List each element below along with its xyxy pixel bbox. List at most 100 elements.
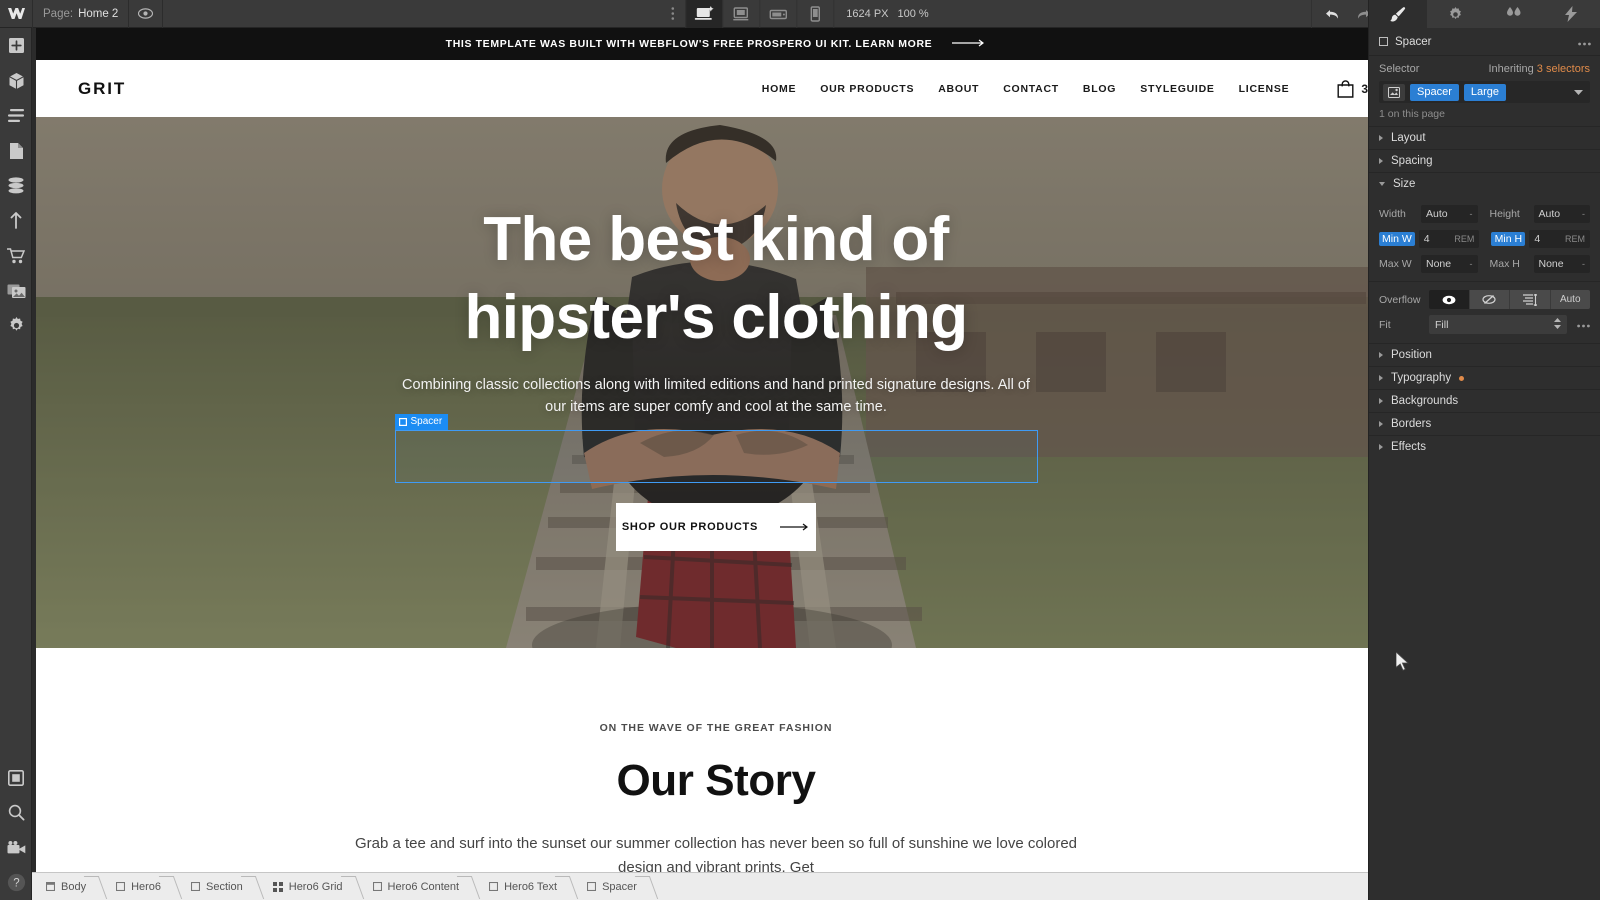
- height-input[interactable]: Auto -: [1534, 205, 1591, 223]
- story-section: ON THE WAVE OF THE GREAT FASHION Our Sto…: [36, 648, 1368, 881]
- shop-products-button[interactable]: SHOP OUR PRODUCTS: [616, 503, 816, 551]
- breadcrumb-item-hero6[interactable]: Hero6: [102, 873, 177, 900]
- eye-icon: [1442, 295, 1456, 305]
- navigator-button[interactable]: [0, 98, 32, 133]
- rendered-website: THIS TEMPLATE WAS BUILT WITH WEBFLOW'S F…: [36, 28, 1368, 881]
- fit-select[interactable]: Fill: [1429, 315, 1567, 334]
- viewport-zoom-info[interactable]: 1624 PX 100 %: [833, 0, 940, 28]
- section-spacing[interactable]: Spacing: [1369, 149, 1600, 172]
- page-selector[interactable]: Page: Home 2: [32, 0, 129, 28]
- preview-eye-button[interactable]: [129, 0, 163, 28]
- width-unit-caret-icon[interactable]: -: [1470, 209, 1473, 219]
- size-min-row: Min W 4 REM Min H 4 REM: [1369, 226, 1600, 251]
- nav-link-our-products[interactable]: OUR PRODUCTS: [820, 83, 914, 95]
- assets-button[interactable]: [0, 273, 32, 308]
- cart-widget[interactable]: 3: [1337, 80, 1368, 98]
- height-value: Auto: [1539, 208, 1561, 220]
- max-width-unit-caret-icon[interactable]: -: [1470, 259, 1473, 269]
- hero-section[interactable]: The best kind of hipster's clothing Comb…: [36, 117, 1368, 648]
- overflow-visible-button[interactable]: [1429, 290, 1470, 309]
- logic-button[interactable]: [0, 203, 32, 238]
- min-width-input[interactable]: 4 REM: [1419, 230, 1480, 248]
- tab-effects[interactable]: [1542, 0, 1600, 28]
- inheriting-info[interactable]: Inheriting 3 selectors: [1488, 63, 1590, 75]
- selector-dropdown-icon[interactable]: [1574, 83, 1583, 101]
- search-button[interactable]: [0, 795, 32, 830]
- pages-button[interactable]: [0, 133, 32, 168]
- section-effects[interactable]: Effects: [1369, 435, 1600, 458]
- nav-link-home[interactable]: HOME: [762, 83, 796, 95]
- nav-link-license[interactable]: LICENSE: [1239, 83, 1290, 95]
- hero-content: The best kind of hipster's clothing Comb…: [36, 117, 1368, 648]
- selector-tags[interactable]: Spacer Large: [1379, 81, 1590, 103]
- tab-settings[interactable]: [1427, 0, 1485, 28]
- logic-icon: [8, 212, 24, 229]
- overflow-auto-button[interactable]: Auto: [1551, 290, 1591, 309]
- help-button[interactable]: ?: [0, 865, 32, 900]
- section-borders[interactable]: Borders: [1369, 412, 1600, 435]
- max-height-unit-caret-icon[interactable]: -: [1582, 259, 1585, 269]
- brush-icon: [1389, 6, 1406, 23]
- element-more-options-icon[interactable]: [1578, 33, 1591, 51]
- ecommerce-button[interactable]: [0, 238, 32, 273]
- nav-link-about[interactable]: ABOUT: [938, 83, 979, 95]
- nav-link-styleguide[interactable]: STYLEGUIDE: [1140, 83, 1214, 95]
- tablet-breakpoint[interactable]: [722, 0, 759, 28]
- viewport-width: 1624 PX: [846, 8, 888, 20]
- breadcrumb-item-spacer[interactable]: Spacer: [573, 873, 653, 900]
- more-options-icon[interactable]: [659, 0, 685, 28]
- breadcrumb-item-hero6-content[interactable]: Hero6 Content: [359, 873, 476, 900]
- min-height-label[interactable]: Min H: [1491, 232, 1525, 246]
- max-width-input[interactable]: None -: [1421, 255, 1478, 273]
- tab-interactions[interactable]: [1485, 0, 1543, 28]
- min-width-unit[interactable]: REM: [1454, 234, 1474, 244]
- max-height-input[interactable]: None -: [1534, 255, 1591, 273]
- min-height-input[interactable]: 4 REM: [1529, 230, 1590, 248]
- add-elements-button[interactable]: [0, 28, 32, 63]
- tab-style[interactable]: [1369, 0, 1427, 28]
- breadcrumb-item-section[interactable]: Section: [177, 873, 259, 900]
- selector-tag-spacer[interactable]: Spacer: [1410, 84, 1459, 101]
- height-unit-caret-icon[interactable]: -: [1582, 209, 1585, 219]
- width-input[interactable]: Auto -: [1421, 205, 1478, 223]
- design-canvas[interactable]: THIS TEMPLATE WAS BUILT WITH WEBFLOW'S F…: [32, 28, 1368, 900]
- breadcrumb-item-hero6-text[interactable]: Hero6 Text: [475, 873, 573, 900]
- fit-more-options-icon[interactable]: [1577, 319, 1590, 331]
- selected-element-header: Spacer: [1369, 28, 1600, 56]
- nav-link-contact[interactable]: CONTACT: [1003, 83, 1059, 95]
- webflow-logo-icon[interactable]: [0, 0, 32, 28]
- section-typography[interactable]: Typography: [1369, 366, 1600, 389]
- section-size[interactable]: Size: [1369, 172, 1600, 195]
- components-button[interactable]: [0, 63, 32, 98]
- cart-count: 3: [1361, 82, 1368, 96]
- div-icon: [489, 882, 498, 891]
- section-backgrounds[interactable]: Backgrounds: [1369, 389, 1600, 412]
- section-layout[interactable]: Layout: [1369, 126, 1600, 149]
- section-position[interactable]: Position: [1369, 343, 1600, 366]
- nav-link-blog[interactable]: BLOG: [1083, 83, 1116, 95]
- mobile-landscape-breakpoint[interactable]: [759, 0, 796, 28]
- mobile-portrait-breakpoint[interactable]: [796, 0, 833, 28]
- overflow-scroll-button[interactable]: [1510, 290, 1551, 309]
- breadcrumb-item-hero6-grid[interactable]: Hero6 Grid: [259, 873, 359, 900]
- undo-icon[interactable]: [1319, 0, 1346, 28]
- site-logo[interactable]: GRIT: [78, 79, 126, 99]
- section-layout-label: Layout: [1391, 132, 1426, 144]
- selector-tag-large[interactable]: Large: [1464, 84, 1506, 101]
- promo-banner[interactable]: THIS TEMPLATE WAS BUILT WITH WEBFLOW'S F…: [36, 28, 1368, 60]
- section-typography-label: Typography: [1391, 372, 1451, 384]
- selected-spacer-element[interactable]: Spacer: [395, 430, 1038, 483]
- min-width-label[interactable]: Min W: [1379, 232, 1415, 246]
- question-mark-icon: ?: [7, 873, 26, 892]
- video-tutorials-button[interactable]: [0, 830, 32, 865]
- breadcrumb-item-body[interactable]: Body: [32, 873, 102, 900]
- settings-button[interactable]: [0, 308, 32, 343]
- div-icon: [116, 882, 125, 891]
- chevron-right-icon: [1379, 421, 1383, 427]
- desktop-breakpoint[interactable]: [685, 0, 722, 28]
- preview-toggle-button[interactable]: [0, 760, 32, 795]
- min-height-unit[interactable]: REM: [1565, 234, 1585, 244]
- cms-button[interactable]: [0, 168, 32, 203]
- left-toolbar-bottom: ?: [0, 760, 32, 900]
- overflow-hidden-button[interactable]: [1470, 290, 1511, 309]
